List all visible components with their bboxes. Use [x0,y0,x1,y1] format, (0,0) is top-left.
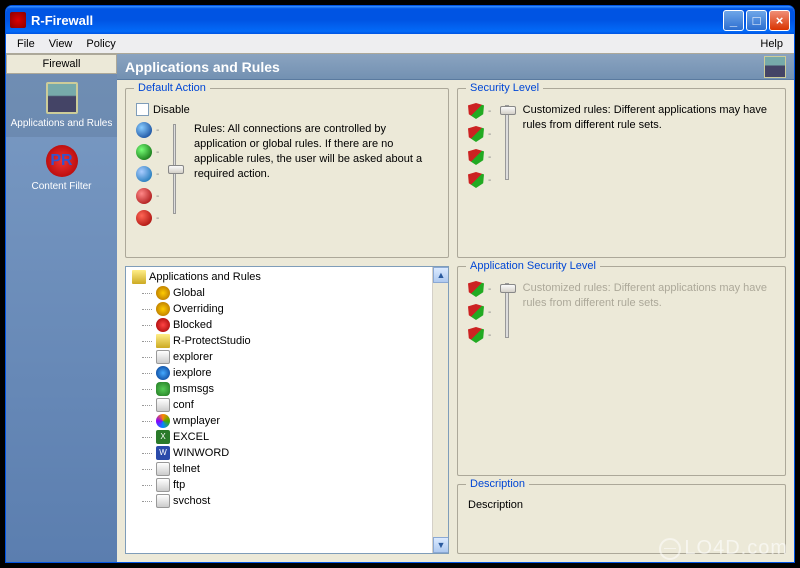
menubar: File View Policy Help [6,34,794,54]
shield-icon [468,149,484,165]
app-security-slider[interactable] [505,283,508,338]
scroll-up-button[interactable]: ▲ [433,267,449,283]
scroll-down-button[interactable]: ▼ [433,537,449,553]
tree[interactable]: Applications and Rules Global Overriding… [126,267,448,511]
sidebar-item-apps-rules[interactable]: Applications and Rules [6,74,117,137]
app-icon [10,12,26,28]
tree-item[interactable]: Global [128,285,446,301]
level-icon [136,188,152,204]
sidebar: Firewall Applications and Rules PR Conte… [6,54,117,562]
disable-row[interactable]: Disable [136,103,438,116]
menu-view[interactable]: View [42,36,80,52]
tree-item[interactable]: wmplayer [128,413,446,429]
tree-item[interactable]: msmsgs [128,381,446,397]
header-monitor-icon [764,56,786,78]
monitor-icon [46,82,78,114]
app-icon [156,398,170,412]
default-action-group: Default Action Disable - - - - - [125,88,449,258]
tree-root[interactable]: Applications and Rules [128,269,446,285]
default-action-legend: Default Action [134,82,210,94]
security-level-desc: Customized rules: Different applications… [523,103,775,133]
gear-icon [156,302,170,316]
excel-icon: X [156,430,170,444]
app-icon [156,494,170,508]
app-security-desc: Customized rules: Different applications… [523,281,775,311]
content-area: Firewall Applications and Rules PR Conte… [6,54,794,562]
disable-label: Disable [153,104,190,116]
minimize-button[interactable]: _ [723,10,744,31]
menu-file[interactable]: File [10,36,42,52]
menu-policy[interactable]: Policy [79,36,122,52]
close-button[interactable]: × [769,10,790,31]
tree-panel: Applications and Rules Global Overriding… [125,266,449,554]
default-action-levels: - - - - - [136,122,159,226]
tree-item[interactable]: XEXCEL [128,429,446,445]
tree-item[interactable]: WWINWORD [128,445,446,461]
shield-icon [468,103,484,119]
sidebar-header: Firewall [6,54,117,74]
level-icon [136,166,152,182]
tree-item[interactable]: explorer [128,349,446,365]
app-icon [156,462,170,476]
sidebar-item-label: Applications and Rules [11,118,113,129]
page-title: Applications and Rules [125,59,280,75]
page-header: Applications and Rules [117,54,794,80]
slider-thumb[interactable] [168,165,184,174]
sidebar-item-content-filter[interactable]: PR Content Filter [6,137,117,200]
slider-thumb[interactable] [500,284,516,293]
shield-icon [468,172,484,188]
shield-icon [468,327,484,343]
tree-item[interactable]: R-ProtectStudio [128,333,446,349]
window-buttons: _ □ × [723,10,790,31]
word-icon: W [156,446,170,460]
description-text: Description [468,499,775,511]
security-level-legend: Security Level [466,82,543,94]
folder-icon [156,334,170,348]
tree-scrollbar[interactable]: ▲ ▼ [432,267,448,553]
tree-item[interactable]: Overriding [128,301,446,317]
description-group: Description Description [457,484,786,554]
security-level-slider[interactable] [505,105,508,180]
app-security-level-group: Application Security Level - - - Customi… [457,266,786,476]
tree-item[interactable]: ftp [128,477,446,493]
window-title: R-Firewall [31,13,723,28]
block-icon [156,318,170,332]
level-icon [136,210,152,226]
app-icon [156,478,170,492]
tree-item[interactable]: conf [128,397,446,413]
tree-container: Applications and Rules Global Overriding… [125,266,449,554]
slider-thumb[interactable] [500,106,516,115]
app-icon [156,350,170,364]
shield-icon [468,126,484,142]
tree-item[interactable]: Blocked [128,317,446,333]
app-window: R-Firewall _ □ × File View Policy Help F… [5,5,795,563]
ie-icon [156,366,170,380]
default-action-slider[interactable] [173,124,176,214]
wmp-icon [156,414,170,428]
default-action-desc: Rules: All connections are controlled by… [190,122,438,226]
menu-help[interactable]: Help [753,36,790,52]
security-level-group: Security Level - - - - Customized rules:… [457,88,786,258]
shield-icon [468,281,484,297]
pr-icon: PR [46,145,78,177]
level-icon [136,144,152,160]
sidebar-item-label: Content Filter [31,181,91,192]
tree-item[interactable]: telnet [128,461,446,477]
tree-item[interactable]: svchost [128,493,446,509]
gear-icon [156,286,170,300]
shield-icon [468,304,484,320]
msn-icon [156,382,170,396]
level-icon [136,122,152,138]
folder-icon [132,270,146,284]
description-legend: Description [466,478,529,490]
maximize-button[interactable]: □ [746,10,767,31]
main-panel: Applications and Rules Default Action Di… [117,54,794,562]
tree-item[interactable]: iexplore [128,365,446,381]
disable-checkbox[interactable] [136,103,149,116]
app-security-level-legend: Application Security Level [466,260,600,272]
titlebar[interactable]: R-Firewall _ □ × [6,6,794,34]
